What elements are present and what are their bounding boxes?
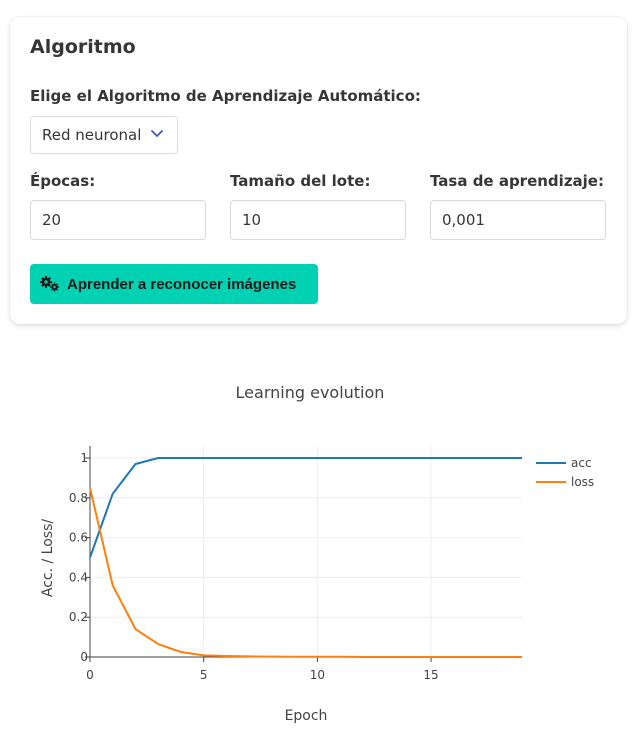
series-line-acc — [89, 457, 522, 558]
chart-legend: acc loss — [536, 456, 594, 489]
learning-rate-label: Tasa de aprendizaje: — [430, 172, 604, 190]
batch-size-input-value: 10 — [242, 211, 262, 229]
algorithm-label: Elige el Algoritmo de Aprendizaje Automá… — [30, 87, 421, 105]
epochs-input[interactable]: 20 — [30, 200, 206, 240]
legend-label-loss: loss — [571, 475, 594, 489]
batch-size-label: Tamaño del lote: — [230, 172, 371, 190]
y-axis-title: Acc. / Loss/ — [40, 519, 56, 598]
card-title: Algoritmo — [30, 36, 136, 58]
x-tick-label: 0 — [86, 668, 94, 682]
y-tick-label: 0.2 — [69, 610, 88, 624]
learning-rate-input[interactable]: 0,001 — [430, 200, 606, 240]
y-tick-label: 0.4 — [69, 570, 88, 584]
chart-grid — [90, 446, 522, 658]
learning-chart: Learning evolution 0 5 10 1500.20.40.60.81 … — [40, 383, 594, 724]
x-axis-title: Epoch — [285, 708, 328, 724]
epochs-label: Épocas: — [30, 172, 96, 190]
chart-series — [89, 457, 522, 658]
cogs-icon — [40, 276, 59, 292]
chart-title: Learning evolution — [236, 383, 385, 402]
y-tick-label: 1 — [80, 451, 88, 465]
series-line-loss — [89, 487, 522, 658]
algorithm-card: Algoritmo Elige el Algoritmo de Aprendiz… — [10, 17, 627, 324]
x-tick-label: 10 — [310, 668, 325, 682]
y-tick-label: 0 — [80, 650, 88, 664]
y-tick-label: 0.8 — [69, 491, 88, 505]
x-tick-label: 15 — [423, 668, 438, 682]
y-tick-label: 0.6 — [69, 531, 88, 545]
chevron-down-icon — [151, 130, 163, 137]
batch-size-input[interactable]: 10 — [230, 200, 406, 240]
train-button-label: Aprender a reconocer imágenes — [67, 275, 297, 293]
train-button[interactable]: Aprender a reconocer imágenes — [30, 264, 318, 304]
algorithm-select[interactable]: Red neuronal — [30, 116, 178, 154]
epochs-input-value: 20 — [42, 211, 62, 229]
x-tick-label: 5 — [200, 668, 208, 682]
algorithm-select-value: Red neuronal — [42, 126, 142, 144]
learning-rate-input-value: 0,001 — [442, 211, 485, 229]
legend-label-acc: acc — [571, 456, 592, 470]
chart-axes: 0 5 10 15 0 0.2 0.4 0.6 0.8 1 — [69, 446, 522, 682]
